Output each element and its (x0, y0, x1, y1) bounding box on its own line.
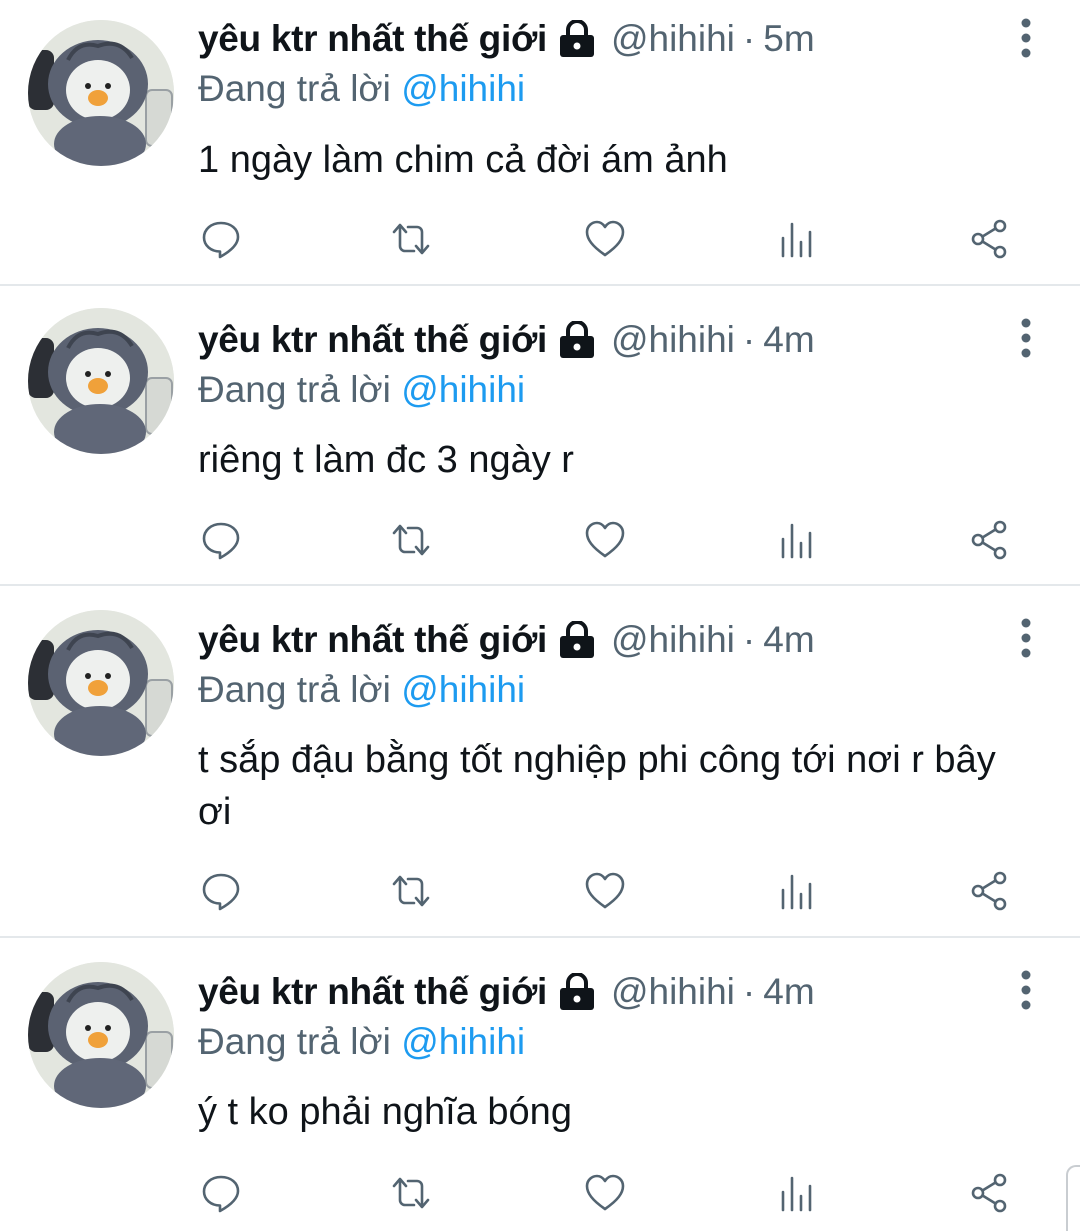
tweet-text: t sắp đậu bằng tốt nghiệp phi công tới n… (198, 739, 996, 833)
tweet[interactable]: yêu ktr nhất thế giới @hihihi · 4m Đang … (0, 938, 1080, 1231)
separator-dot: · (742, 319, 756, 360)
tweet[interactable]: yêu ktr nhất thế giới @hihihi · 4m Đang … (0, 586, 1080, 938)
replying-prefix: Đang trả lời (198, 369, 391, 410)
replying-prefix: Đang trả lời (198, 1021, 391, 1062)
timestamp[interactable]: 5m (763, 18, 814, 60)
action-bar (0, 866, 1080, 916)
timestamp[interactable]: 4m (763, 971, 814, 1013)
share-icon[interactable] (964, 515, 1014, 565)
avatar[interactable] (28, 20, 174, 166)
user-handle[interactable]: @hihihi (611, 319, 735, 361)
tweet-text: 1 ngày làm chim cả đời ám ảnh (198, 139, 728, 181)
user-handle[interactable]: @hihihi (611, 971, 735, 1013)
retweet-icon[interactable] (386, 866, 436, 916)
retweet-icon[interactable] (386, 515, 436, 565)
tweet-text: riêng t làm đc 3 ngày r (198, 439, 574, 481)
share-icon[interactable] (964, 1168, 1014, 1218)
replying-to-mention[interactable]: @hihihi (401, 68, 525, 109)
share-icon[interactable] (964, 866, 1014, 916)
avatar[interactable] (28, 610, 174, 756)
replying-to-line: Đang trả lời @hihihi (198, 68, 525, 110)
reply-bubble-icon[interactable] (196, 866, 246, 916)
more-vertical-icon[interactable] (1018, 318, 1034, 358)
tweet-header: yêu ktr nhất thế giới @hihihi · 4m (198, 318, 815, 362)
reply-bubble-icon[interactable] (196, 515, 246, 565)
tweet[interactable]: yêu ktr nhất thế giới @hihihi · 5m Đang … (0, 0, 1080, 286)
more-vertical-icon[interactable] (1018, 618, 1034, 658)
reply-bubble-icon[interactable] (196, 1168, 246, 1218)
tweet-header: yêu ktr nhất thế giới @hihihi · 4m (198, 618, 815, 662)
retweet-icon[interactable] (386, 1168, 436, 1218)
heart-icon[interactable] (580, 866, 630, 916)
tweet-header: yêu ktr nhất thế giới @hihihi · 4m (198, 970, 815, 1014)
analytics-icon[interactable] (772, 1168, 822, 1218)
display-name[interactable]: yêu ktr nhất thế giới (198, 18, 547, 60)
replying-to-line: Đang trả lời @hihihi (198, 369, 525, 411)
replying-to-mention[interactable]: @hihihi (401, 369, 525, 410)
analytics-icon[interactable] (772, 866, 822, 916)
timestamp[interactable]: 4m (763, 319, 814, 361)
user-handle[interactable]: @hihihi (611, 18, 735, 60)
reply-thread: yêu ktr nhất thế giới @hihihi · 5m Đang … (0, 0, 1080, 1231)
user-handle[interactable]: @hihihi (611, 619, 735, 661)
heart-icon[interactable] (580, 214, 630, 264)
avatar[interactable] (28, 962, 174, 1108)
replying-prefix: Đang trả lời (198, 68, 391, 109)
analytics-icon[interactable] (772, 214, 822, 264)
replying-to-line: Đang trả lời @hihihi (198, 669, 525, 711)
separator-dot: · (742, 619, 756, 660)
compose-button-edge[interactable] (1066, 1165, 1080, 1231)
action-bar (0, 1168, 1080, 1218)
avatar[interactable] (28, 308, 174, 454)
action-bar (0, 214, 1080, 264)
separator-dot: · (742, 18, 756, 59)
timestamp[interactable]: 4m (763, 619, 814, 661)
avatar-image (28, 20, 174, 166)
analytics-icon[interactable] (772, 515, 822, 565)
retweet-icon[interactable] (386, 214, 436, 264)
lock-icon (557, 972, 597, 1011)
avatar-image (28, 962, 174, 1108)
display-name[interactable]: yêu ktr nhất thế giới (198, 619, 547, 661)
lock-icon (557, 19, 597, 58)
tweet[interactable]: yêu ktr nhất thế giới @hihihi · 4m Đang … (0, 286, 1080, 586)
display-name[interactable]: yêu ktr nhất thế giới (198, 971, 547, 1013)
separator-dot: · (742, 971, 756, 1012)
share-icon[interactable] (964, 214, 1014, 264)
lock-icon (557, 320, 597, 359)
replying-to-mention[interactable]: @hihihi (401, 669, 525, 710)
action-bar (0, 515, 1080, 565)
replying-to-mention[interactable]: @hihihi (401, 1021, 525, 1062)
avatar-image (28, 610, 174, 756)
tweet-text: ý t ko phải nghĩa bóng (198, 1091, 572, 1133)
replying-to-line: Đang trả lời @hihihi (198, 1021, 525, 1063)
more-vertical-icon[interactable] (1018, 970, 1034, 1010)
heart-icon[interactable] (580, 1168, 630, 1218)
more-vertical-icon[interactable] (1018, 18, 1034, 58)
display-name[interactable]: yêu ktr nhất thế giới (198, 319, 547, 361)
avatar-image (28, 308, 174, 454)
lock-icon (557, 620, 597, 659)
replying-prefix: Đang trả lời (198, 669, 391, 710)
tweet-header: yêu ktr nhất thế giới @hihihi · 5m (198, 17, 815, 61)
reply-bubble-icon[interactable] (196, 214, 246, 264)
heart-icon[interactable] (580, 515, 630, 565)
